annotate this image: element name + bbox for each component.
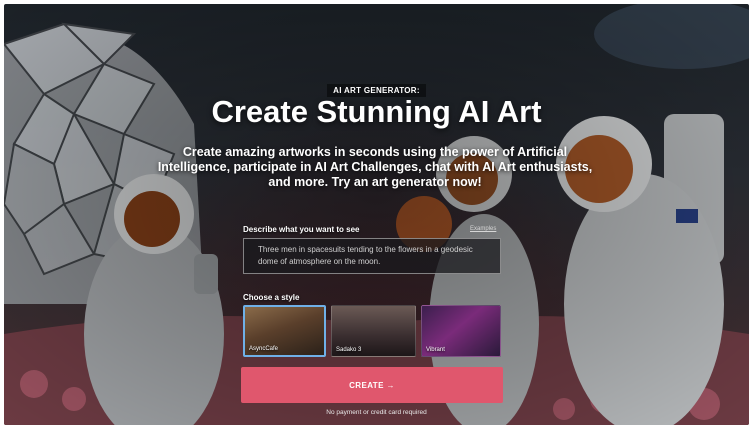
style-card-asynccafe[interactable]: AsyncCafe — [243, 305, 326, 357]
page-title: Create Stunning AI Art — [211, 94, 542, 129]
prompt-input[interactable]: Three men in spacesuits tending to the f… — [243, 238, 501, 274]
no-payment-note: No payment or credit card required — [326, 409, 427, 416]
hero-section — [4, 4, 749, 425]
prompt-label: Describe what you want to see — [243, 225, 360, 234]
style-card-caption: AsyncCafe — [249, 346, 279, 352]
style-card-sadako[interactable]: Sadako 3 — [331, 305, 416, 357]
style-label: Choose a style — [243, 293, 300, 302]
style-card-vibrant[interactable]: Vibrant — [421, 305, 501, 357]
examples-link[interactable]: Examples — [470, 226, 496, 232]
style-card-caption: Vibrant — [426, 347, 445, 353]
dark-overlay — [4, 4, 749, 425]
page-subtitle: Create amazing artworks in seconds using… — [157, 145, 593, 189]
create-button[interactable]: CREATE → — [241, 367, 503, 403]
style-card-caption: Sadako 3 — [336, 347, 362, 353]
